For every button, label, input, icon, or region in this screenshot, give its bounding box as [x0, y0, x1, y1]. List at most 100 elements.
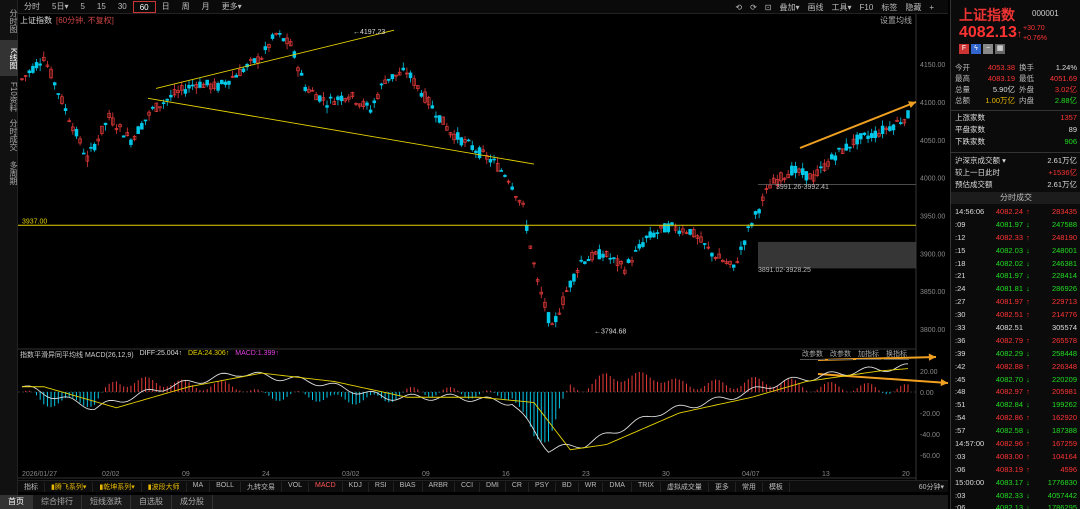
kline-chart[interactable]: 4150.00 4100.00 4050.00 4000.00 3950.00 3900.…: [18, 14, 948, 480]
indicator-tab-20[interactable]: TRIX: [632, 481, 661, 492]
tick-row: :03 4082.33 ↓ 4057442: [955, 490, 1079, 503]
candle-body: [688, 228, 692, 235]
indicator-button-2[interactable]: 加指标: [856, 349, 881, 360]
quote-row: 总额 1.00万亿 内盘 2.88亿: [955, 95, 1079, 106]
sheet-tab-4[interactable]: 成分股: [172, 495, 213, 509]
indicator-tab-21[interactable]: 虚拟成交量: [661, 481, 709, 492]
indicator-tab-1[interactable]: ▮腾飞系列▾: [45, 481, 94, 492]
sheet-tab-2[interactable]: 短线涨跌: [82, 495, 131, 509]
candle-body: [339, 95, 344, 102]
toolbar-right-7[interactable]: 标签: [877, 2, 901, 13]
grid-icon[interactable]: ▦: [995, 44, 1005, 54]
vtab-3[interactable]: 分时成交: [0, 116, 18, 152]
indicator-tab-13[interactable]: CCI: [455, 481, 481, 492]
minus-icon[interactable]: −: [983, 44, 993, 54]
lightning-icon[interactable]: ϟ: [971, 44, 981, 54]
candle-body: [597, 249, 602, 260]
tick-volume: 286926: [1051, 284, 1077, 294]
indicator-tab-9[interactable]: KDJ: [343, 481, 369, 492]
indicator-tab-22[interactable]: 更多: [709, 481, 736, 492]
indicator-tab-17[interactable]: BD: [556, 481, 579, 492]
tick-time: :15: [955, 245, 966, 255]
toolbar-right-8[interactable]: 隐藏: [901, 2, 925, 13]
diff-value: DIFF:25.004↑: [139, 350, 182, 357]
period-tab-1[interactable]: 5日▾: [46, 1, 74, 13]
vtab-2[interactable]: F10资料: [0, 78, 18, 114]
tick-row: :18 4082.02 ↓ 246381: [955, 258, 1079, 271]
tick-price: 4081.97: [995, 271, 1023, 281]
set-ma-link[interactable]: 设置均线: [880, 15, 912, 26]
indicator-tab-6[interactable]: 九转交易: [241, 481, 283, 492]
sheet-tab-3[interactable]: 自选股: [131, 495, 172, 509]
chart-title: 上证指数 [60分钟, 不复权]: [20, 15, 114, 26]
indicator-tab-3[interactable]: ▮波段大师: [142, 481, 187, 492]
candle-body: [368, 109, 373, 113]
vtab-1[interactable]: K线图: [0, 40, 18, 76]
quote-key: 总额: [955, 96, 970, 105]
period-tab-9[interactable]: 更多▾: [216, 1, 248, 13]
toolbar-right-9[interactable]: +: [925, 3, 938, 12]
indicator-tab-15[interactable]: CR: [506, 481, 529, 492]
indicator-tab-23[interactable]: 常用: [736, 481, 763, 492]
quote-key: 换手: [1019, 63, 1034, 72]
toolbar-right-4[interactable]: 画线: [804, 2, 828, 13]
period-tab-2[interactable]: 5: [74, 1, 90, 13]
indicator-tab-14[interactable]: DMI: [480, 481, 506, 492]
period-tab-4[interactable]: 30: [112, 1, 133, 13]
toolbar-right-0[interactable]: ⟲: [731, 3, 746, 12]
ticks-header[interactable]: 分时成交: [951, 192, 1080, 204]
lower-trendline: [147, 97, 535, 165]
indicator-tab-16[interactable]: PSY: [529, 481, 557, 492]
period-tab-6[interactable]: 日: [156, 1, 176, 13]
sheet-tab-1[interactable]: 综合排行: [33, 495, 82, 509]
indicator-button-0[interactable]: 改参数: [800, 349, 825, 360]
indicator-tab-5[interactable]: BOLL: [210, 481, 242, 492]
indicator-button-3[interactable]: 换指标: [884, 349, 909, 360]
indicator-tab-2[interactable]: ▮乾坤系列▾: [93, 481, 142, 492]
indicator-tab-18[interactable]: WR: [579, 481, 604, 492]
candle-body: [216, 83, 220, 91]
indicator-tab-19[interactable]: DMA: [603, 481, 632, 492]
indicator-button-1[interactable]: 改参数: [828, 349, 853, 360]
tick-arrow: ↑: [1026, 207, 1030, 216]
toolbar-right-6[interactable]: F10: [856, 3, 878, 12]
toolbar-right-1[interactable]: ⟳: [746, 3, 761, 12]
tick-arrow: ↓: [1026, 490, 1030, 500]
candle-body: [140, 123, 144, 130]
low-annotation: ←3794.68: [594, 328, 626, 335]
period-tab-3[interactable]: 15: [91, 1, 112, 13]
period-select[interactable]: 60分钟▾: [919, 482, 948, 492]
macd-y-label: 20.00: [920, 369, 938, 376]
x-tick-label: 04/07: [742, 471, 760, 478]
tick-time: :03: [955, 451, 966, 461]
indicator-tab-7[interactable]: VOL: [282, 481, 310, 492]
toolbar-right-5[interactable]: 工具▾: [828, 2, 856, 13]
period-tab-5[interactable]: 60: [132, 0, 156, 13]
sheet-tab-0[interactable]: 首页: [0, 495, 33, 509]
f10-icon[interactable]: F: [959, 44, 969, 54]
indicator-tab-11[interactable]: BIAS: [394, 481, 423, 492]
period-tab-8[interactable]: 月: [196, 1, 216, 13]
indicator-tab-8[interactable]: MACD: [309, 481, 343, 492]
quote-value: 1.00万亿: [985, 96, 1015, 105]
candle-body: [136, 126, 140, 134]
indicator-tab-12[interactable]: ARBR: [423, 481, 455, 492]
macd-y-label: -60.00: [920, 453, 940, 460]
candle-body: [648, 231, 652, 238]
indicator-tab-24[interactable]: 模板: [763, 481, 790, 492]
indicator-tab-4[interactable]: MA: [187, 481, 211, 492]
tick-list[interactable]: 14:56:06 4082.24 ↑ 283435:09 4081.97 ↓ 247588:…: [955, 206, 1079, 509]
macd-label[interactable]: 指数平滑异同平均线 MACD(26,12,9): [20, 350, 134, 360]
toolbar-right-3[interactable]: 叠加▾: [776, 2, 804, 13]
period-tab-0[interactable]: 分时: [18, 1, 46, 13]
indicator-tab-0[interactable]: 指标: [18, 481, 45, 492]
period-tab-7[interactable]: 周: [176, 1, 196, 13]
vtab-0[interactable]: 分时图: [0, 2, 18, 38]
candle-body: [223, 81, 228, 85]
tick-time: :21: [955, 271, 966, 281]
candle-body: [470, 145, 475, 150]
vtab-4[interactable]: 多周期: [0, 154, 18, 190]
toolbar-right-2[interactable]: ⊡: [761, 3, 776, 12]
indicator-tab-10[interactable]: RSI: [369, 481, 394, 492]
tick-time: :12: [955, 232, 966, 242]
